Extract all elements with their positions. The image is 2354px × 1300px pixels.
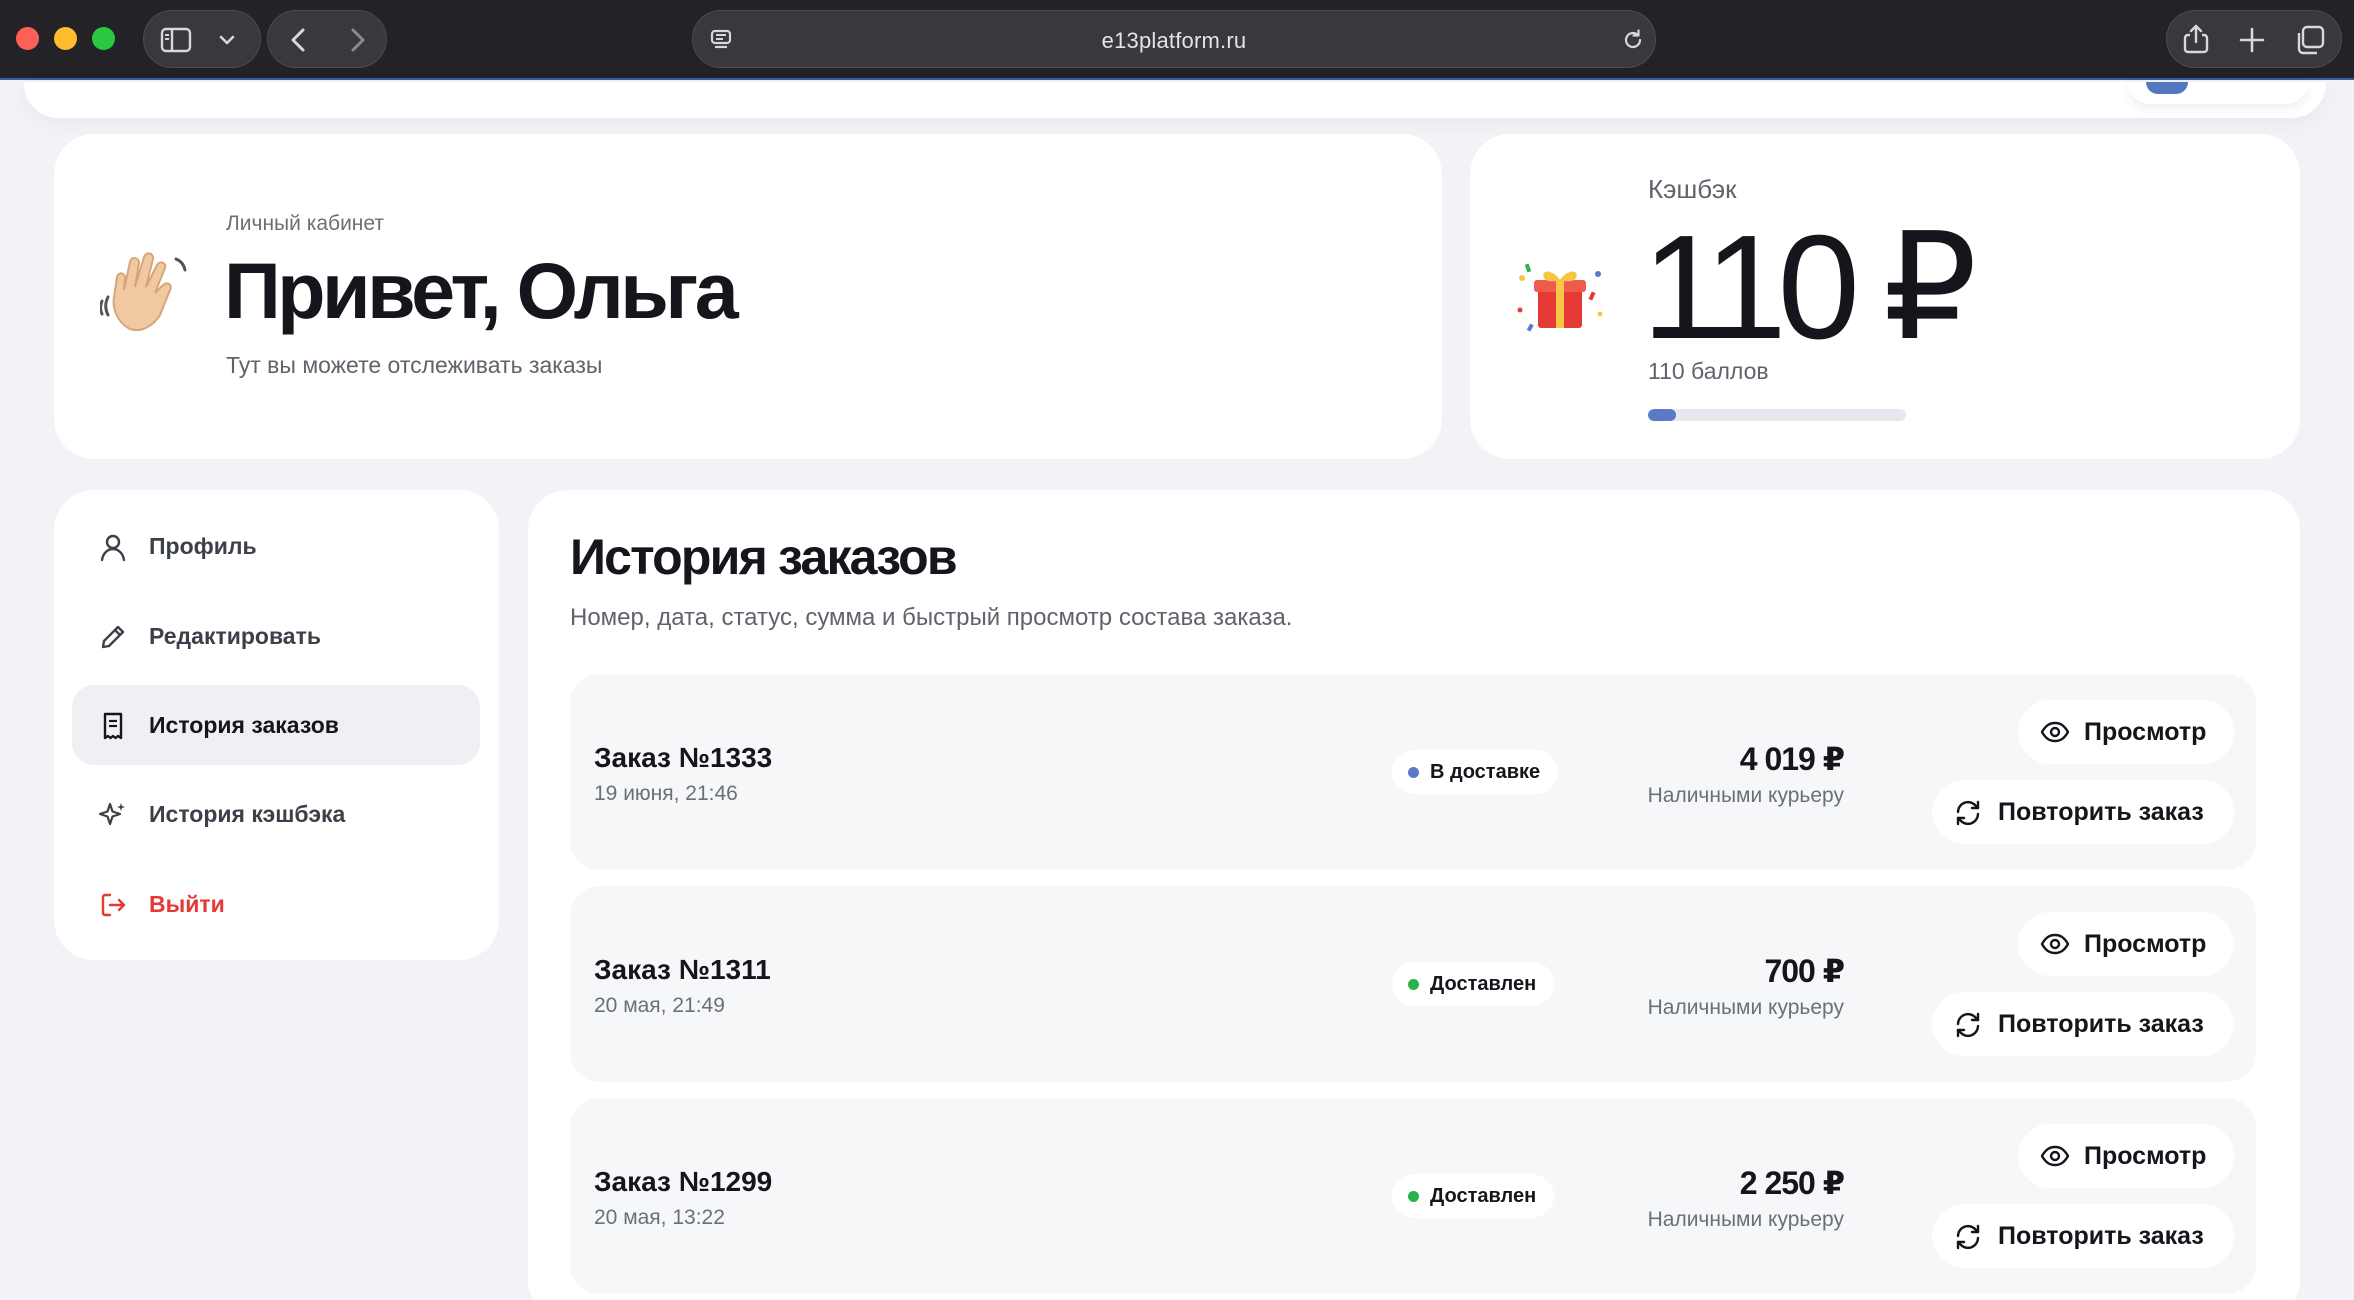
share-icon[interactable] [2181,23,2211,55]
order-payment: Наличными курьеру [1647,784,1844,807]
gift-icon [1512,258,1608,343]
sidebar-item-profile[interactable]: Профиль [72,506,480,586]
close-window-button[interactable] [16,27,39,50]
status-label: Доставлен [1430,1185,1537,1207]
order-row: Заказ №1333 19 июня, 21:46 В доставке 4 … [570,674,2256,870]
pencil-icon [98,622,128,652]
forward-arrow-icon[interactable] [346,27,368,53]
button-label: Просмотр [2084,1142,2207,1170]
minimize-window-button[interactable] [54,27,77,50]
greeting-eyebrow: Личный кабинет [226,212,384,235]
page-title: История заказов [570,529,958,585]
back-arrow-icon[interactable] [288,27,310,53]
status-badge: Доставлен [1392,962,1555,1006]
refresh-icon [1956,1012,1980,1038]
receipt-icon [98,711,128,741]
eye-icon [2040,1145,2070,1167]
order-row: Заказ №1311 20 мая, 21:49 Доставлен 700 … [570,886,2256,1082]
repeat-order-button[interactable]: Повторить заказ [1932,1204,2234,1268]
order-number[interactable]: Заказ №1333 [594,742,772,774]
sidebar-icon [160,27,192,53]
order-date: 20 мая, 21:49 [594,994,725,1017]
status-dot-icon [1408,979,1419,990]
sidebar-item-label: Редактировать [149,623,321,649]
sidebar-item-label: История заказов [149,712,339,738]
view-order-button[interactable]: Просмотр [2018,700,2234,764]
repeat-order-button[interactable]: Повторить заказ [1932,992,2234,1056]
button-label: Просмотр [2084,930,2207,958]
button-label: Повторить заказ [1998,798,2204,826]
cashback-points: 110 баллов [1648,358,1769,384]
user-icon [98,532,128,562]
sidebar-item-label: Профиль [149,533,257,559]
eye-icon [2040,933,2070,955]
refresh-icon [1956,1224,1980,1250]
address-bar[interactable]: e13platform.ru [692,10,1656,68]
greeting-subtitle: Тут вы можете отслеживать заказы [226,352,603,378]
sidebar-item-edit[interactable]: Редактировать [72,596,480,676]
eye-icon [2040,721,2070,743]
view-order-button[interactable]: Просмотр [2018,1124,2234,1188]
sidebar-item-logout[interactable]: Выйти [72,864,480,944]
tabs-overview-icon[interactable] [2295,25,2325,55]
view-order-button[interactable]: Просмотр [2018,912,2234,976]
order-date: 20 мая, 13:22 [594,1206,725,1229]
status-dot-icon [1408,1191,1419,1202]
sidebar-item-cashback-history[interactable]: История кэшбэка [72,774,480,854]
status-badge: В доставке [1392,750,1559,794]
history-nav [267,10,387,68]
order-price: 2 250 ₽ [1739,1165,1845,1201]
order-price: 4 019 ₽ [1739,741,1845,777]
order-date: 19 июня, 21:46 [594,782,738,805]
new-tab-icon[interactable] [2239,27,2265,53]
browser-toolbar: e13platform.ru [0,0,2354,80]
chevron-down-icon [218,31,236,49]
refresh-icon [1956,800,1980,826]
sidebar-item-label: Выйти [149,891,225,917]
status-label: В доставке [1430,761,1541,783]
logout-icon [98,890,128,920]
cashback-label: Кэшбэк [1648,174,1737,204]
order-row: Заказ №1299 20 мая, 13:22 Доставлен 2 25… [570,1098,2256,1294]
sparkle-icon [98,800,128,830]
page-subtitle: Номер, дата, статус, сумма и быстрый про… [570,604,1293,631]
button-label: Просмотр [2084,718,2207,746]
status-badge: Доставлен [1392,1174,1555,1218]
sidebar-toggle-button[interactable] [143,10,261,68]
sidebar-item-label: История кэшбэка [149,801,346,827]
order-number[interactable]: Заказ №1299 [594,1166,772,1198]
waving-hand-icon [99,245,192,342]
cashback-amount: 110 ₽ [1642,205,1977,370]
sidebar-item-order-history[interactable]: История заказов [72,685,480,765]
site-header [24,82,2326,118]
order-number[interactable]: Заказ №1311 [594,954,771,986]
status-label: Доставлен [1430,973,1537,995]
maximize-window-button[interactable] [92,27,115,50]
button-label: Повторить заказ [1998,1222,2204,1250]
greeting-title: Привет, Ольга [224,246,739,335]
status-dot-icon [1408,767,1419,778]
order-payment: Наличными курьеру [1647,1208,1844,1231]
reload-icon[interactable] [1621,28,1645,52]
order-price: 700 ₽ [1764,953,1845,989]
button-label: Повторить заказ [1998,1010,2204,1038]
avatar[interactable] [2146,82,2188,94]
cashback-progress [1648,409,1906,421]
repeat-order-button[interactable]: Повторить заказ [1932,780,2234,844]
url-text: e13platform.ru [1101,28,1247,53]
toolbar-actions [2166,10,2342,68]
order-payment: Наличными курьеру [1647,996,1844,1019]
cashback-progress-fill [1648,409,1677,421]
